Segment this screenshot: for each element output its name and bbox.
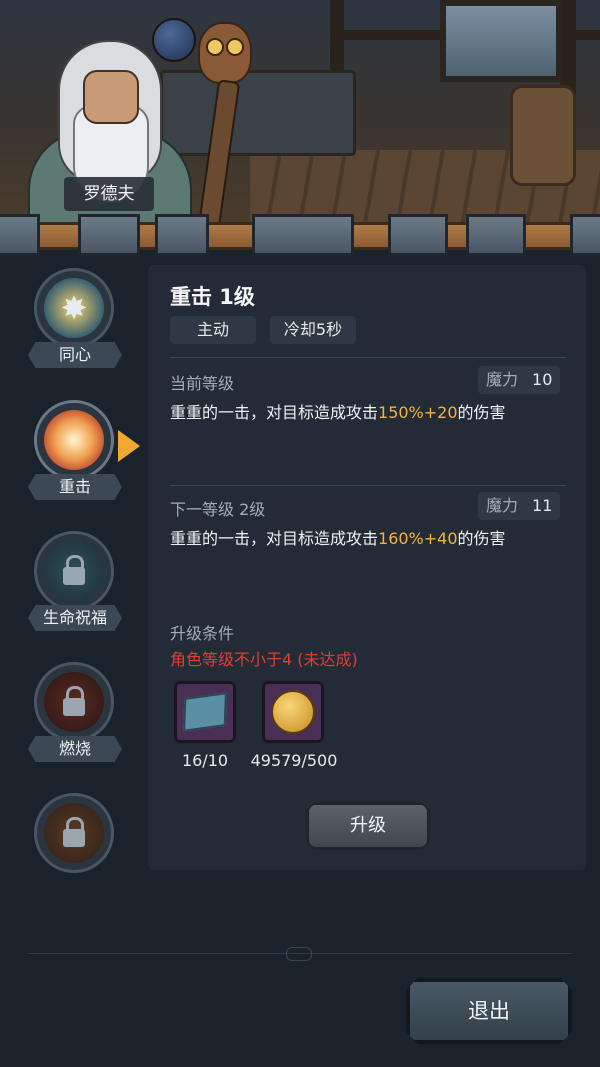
material-slot-coin[interactable] <box>262 681 324 743</box>
burst-icon <box>44 410 104 470</box>
divider <box>170 357 566 358</box>
divider-ornament-icon <box>286 947 312 961</box>
sun-icon: ✸ <box>44 278 104 338</box>
rail-block <box>388 214 448 256</box>
mana-label: 魔力 <box>486 496 519 515</box>
barrel <box>510 85 576 186</box>
material-count: 49579/500 <box>250 751 338 770</box>
current-mana-badge: 魔力 10 <box>478 366 561 394</box>
damage-value: 160%+40 <box>378 529 458 548</box>
rail-block <box>570 214 600 256</box>
divider <box>170 485 566 486</box>
cooldown-badge: 冷却5秒 <box>270 316 356 344</box>
next-level-description: 重重的一击，对目标造成攻击160%+40的伤害 <box>170 529 506 548</box>
map-scroll-icon <box>183 692 227 732</box>
rail-block <box>466 214 526 256</box>
current-level-description: 重重的一击，对目标造成攻击150%+20的伤害 <box>170 403 506 422</box>
skill-detail-panel: 重击 1级 主动 冷却5秒 当前等级 魔力 10 重重的一击，对目标造成攻击150… <box>148 265 586 870</box>
upgrade-conditions-label: 升级条件 <box>170 624 235 643</box>
lock-icon <box>63 817 85 847</box>
mana-value: 11 <box>532 496 553 515</box>
character-scene: 罗德夫 <box>0 0 600 225</box>
next-mana-badge: 魔力 11 <box>478 492 561 520</box>
window <box>440 0 562 82</box>
owl-icon <box>198 22 252 84</box>
rail-block <box>0 214 40 256</box>
lock-icon <box>63 686 85 716</box>
upgrade-button[interactable]: 升级 <box>306 802 430 850</box>
lock-icon <box>63 555 85 585</box>
skill-label: 生命祝福 <box>28 605 122 631</box>
damage-value: 150%+20 <box>378 403 458 422</box>
gold-coin-icon <box>271 690 315 734</box>
upgrade-requirement: 角色等级不小于4 (未达成) <box>170 650 358 669</box>
character-name: 罗德夫 <box>64 177 154 211</box>
mana-label: 魔力 <box>486 370 519 389</box>
skill-title: 重击 1级 <box>170 285 255 309</box>
material-slot-map[interactable] <box>174 681 236 743</box>
rail-block <box>78 214 140 256</box>
skill-label: 同心 <box>28 342 122 368</box>
exit-button[interactable]: 退出 <box>406 978 572 1044</box>
skill-label: 重击 <box>28 474 122 500</box>
current-level-label: 当前等级 <box>170 374 235 393</box>
selected-arrow-icon <box>118 430 140 462</box>
next-level-label: 下一等级 2级 <box>170 500 266 519</box>
rail-block <box>252 214 354 256</box>
skill-label: 燃烧 <box>28 736 122 762</box>
mana-value: 10 <box>532 370 553 389</box>
desk <box>160 70 356 156</box>
skill-type-badge: 主动 <box>170 316 256 344</box>
rail-block <box>155 214 209 256</box>
material-count: 16/10 <box>181 751 229 770</box>
